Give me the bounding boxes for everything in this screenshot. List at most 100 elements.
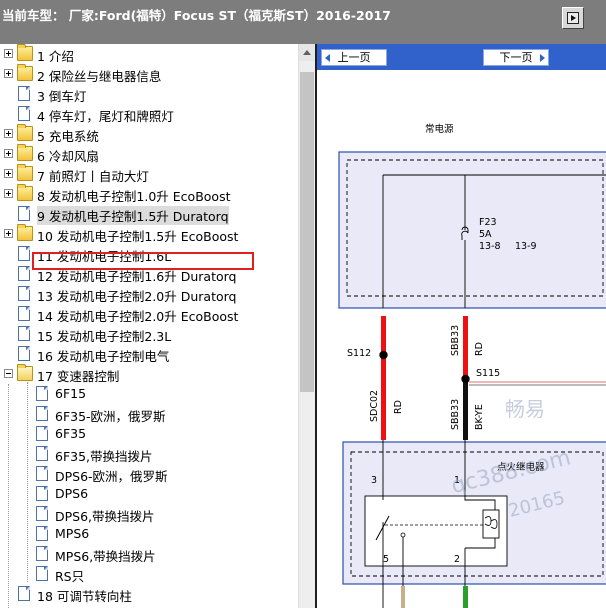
tree-item-label: 3 倒车灯 — [37, 89, 87, 104]
document-icon — [18, 246, 30, 261]
folder-open-icon — [17, 364, 33, 381]
document-icon — [18, 326, 30, 341]
tree-item[interactable]: 3 倒车灯 — [0, 84, 298, 104]
document-icon — [18, 206, 30, 221]
expand-plus-icon[interactable] — [4, 129, 13, 138]
tree-scrollbar[interactable] — [298, 44, 315, 608]
expand-plus-icon[interactable] — [4, 229, 13, 238]
expand-plus-icon[interactable] — [4, 169, 13, 178]
tree-item-label: 6 冷却风扇 — [37, 149, 99, 164]
tree-item-label: 15 发动机电子控制2.3L — [37, 329, 172, 344]
tree-item[interactable]: DPS6 — [0, 484, 298, 504]
document-icon — [18, 286, 30, 301]
tree-item-label: 14 发动机电子控制2.0升 EcoBoost — [37, 309, 239, 324]
tree-item[interactable]: 6 冷却风扇 — [0, 144, 298, 164]
document-icon — [18, 266, 30, 281]
document-icon — [36, 486, 48, 501]
splice-right-label: S115 — [476, 368, 500, 379]
play-icon — [567, 12, 579, 24]
scroll-up-arrow-icon[interactable] — [299, 44, 315, 61]
tree-item-label: RS只 — [55, 569, 85, 584]
power-source-label: 常电源 — [425, 123, 454, 135]
tree-item[interactable]: 9 发动机电子控制1.5升 Duratorq — [0, 204, 298, 225]
wire-right-top-id: SBB33 — [450, 325, 461, 356]
tree-item[interactable]: DPS6,带换挡拨片 — [0, 504, 298, 524]
folder-icon — [17, 184, 33, 201]
next-page-button[interactable]: 下一页 — [483, 49, 549, 66]
expand-plus-icon[interactable] — [4, 69, 13, 78]
tree-item[interactable]: MPS6,带换挡拨片 — [0, 544, 298, 564]
collapse-minus-icon[interactable] — [4, 369, 13, 378]
tree-item[interactable]: 17 变速器控制 — [0, 364, 298, 384]
diagram-viewer: 上一页 下一页 常电源 F23 5A 13-8 13-9 S112 S115 S… — [315, 44, 606, 608]
expand-plus-icon[interactable] — [4, 149, 13, 158]
wire-right-top-color: RD — [474, 342, 485, 356]
watermark-brand: 畅易 — [505, 397, 545, 421]
tree-item-label: 17 变速器控制 — [37, 369, 120, 384]
tree-item[interactable]: 6F15 — [0, 384, 298, 404]
arrow-left-icon — [325, 54, 330, 62]
document-icon — [18, 306, 30, 321]
folder-icon — [17, 164, 33, 181]
wire-bottom-tan — [401, 586, 405, 608]
tree-item-label: MPS6 — [55, 526, 90, 541]
prev-page-button[interactable]: 上一页 — [321, 49, 387, 66]
tree-item-label: 10 发动机电子控制1.5升 EcoBoost — [37, 229, 239, 244]
scroll-thumb[interactable] — [300, 72, 314, 392]
wire-right-bottom-color: BK-YE — [474, 404, 485, 430]
expand-plus-icon[interactable] — [4, 189, 13, 198]
document-icon — [36, 406, 48, 421]
page-nav-bar: 上一页 下一页 — [317, 44, 606, 70]
arrow-right-icon — [540, 54, 545, 62]
document-icon — [18, 86, 30, 101]
tree-item[interactable]: RS只 — [0, 564, 298, 584]
folder-icon — [17, 144, 33, 161]
tree-item[interactable]: 16 发动机电子控制电气 — [0, 344, 298, 364]
document-icon — [36, 526, 48, 541]
tree-item-label: 6F35-欧洲，俄罗斯 — [55, 409, 166, 424]
tree-item-label: 8 发动机电子控制1.0升 EcoBoost — [37, 189, 231, 204]
splice-s115 — [461, 374, 470, 384]
tree-item[interactable]: 13 发动机电子控制2.0升 Duratorq — [0, 284, 298, 304]
tree-item[interactable]: 6F35,带换挡拨片 — [0, 444, 298, 464]
tree-item[interactable]: 7 前照灯丨自动大灯 — [0, 164, 298, 184]
tree-item-label: 5 充电系统 — [37, 129, 99, 144]
relay-pin-5: 5 — [383, 554, 389, 565]
document-icon — [18, 346, 30, 361]
tree-item[interactable]: 10 发动机电子控制1.5升 EcoBoost — [0, 224, 298, 244]
expand-plus-icon[interactable] — [4, 49, 13, 58]
annotation-highlight — [32, 252, 254, 270]
tree-item[interactable]: 18 可调节转向柱 — [0, 584, 298, 604]
wire-right-bottom-id: SBB33 — [450, 399, 461, 430]
tree-item[interactable]: 5 充电系统 — [0, 124, 298, 144]
tree-item[interactable]: DPS6-欧洲，俄罗斯 — [0, 464, 298, 484]
window-title: 当前车型： 厂家:Ford(福特）Focus ST（福克斯ST）2016-201… — [2, 8, 391, 23]
folder-icon — [17, 224, 33, 241]
document-icon — [36, 446, 48, 461]
tree-item[interactable]: 6F35 — [0, 424, 298, 444]
folder-icon — [17, 64, 33, 81]
tree-item[interactable]: 2 保险丝与继电器信息 — [0, 64, 298, 84]
splice-left-label: S112 — [347, 348, 371, 359]
document-icon — [36, 566, 48, 581]
tree-item[interactable]: 4 停车灯，尾灯和牌照灯 — [0, 104, 298, 124]
tree-item-label: 13 发动机电子控制2.0升 Duratorq — [37, 289, 237, 304]
tree-item-label: 18 可调节转向柱 — [37, 589, 132, 604]
document-icon — [18, 106, 30, 121]
tree-item[interactable]: MPS6 — [0, 524, 298, 544]
tree-item[interactable]: 14 发动机电子控制2.0升 EcoBoost — [0, 304, 298, 324]
tree-item-label: 2 保险丝与继电器信息 — [37, 69, 162, 84]
tree-item[interactable]: 8 发动机电子控制1.0升 EcoBoost — [0, 184, 298, 204]
tree-item[interactable]: 15 发动机电子控制2.3L — [0, 324, 298, 344]
relay-pin-2: 2 — [454, 554, 460, 565]
tree-item[interactable]: 6F35-欧洲，俄罗斯 — [0, 404, 298, 424]
toggle-view-button[interactable] — [562, 7, 584, 29]
wiring-diagram: 常电源 F23 5A 13-8 13-9 S112 S115 SDC02 RD … — [338, 123, 606, 608]
document-icon — [36, 386, 48, 401]
tree-item-label: 6F35,带换挡拨片 — [55, 449, 153, 464]
document-icon — [36, 506, 48, 521]
tree-item-label: 7 前照灯丨自动大灯 — [37, 169, 149, 184]
relay-contact — [400, 532, 406, 538]
document-icon — [18, 586, 30, 601]
tree-item[interactable]: 1 介绍 — [0, 44, 298, 64]
